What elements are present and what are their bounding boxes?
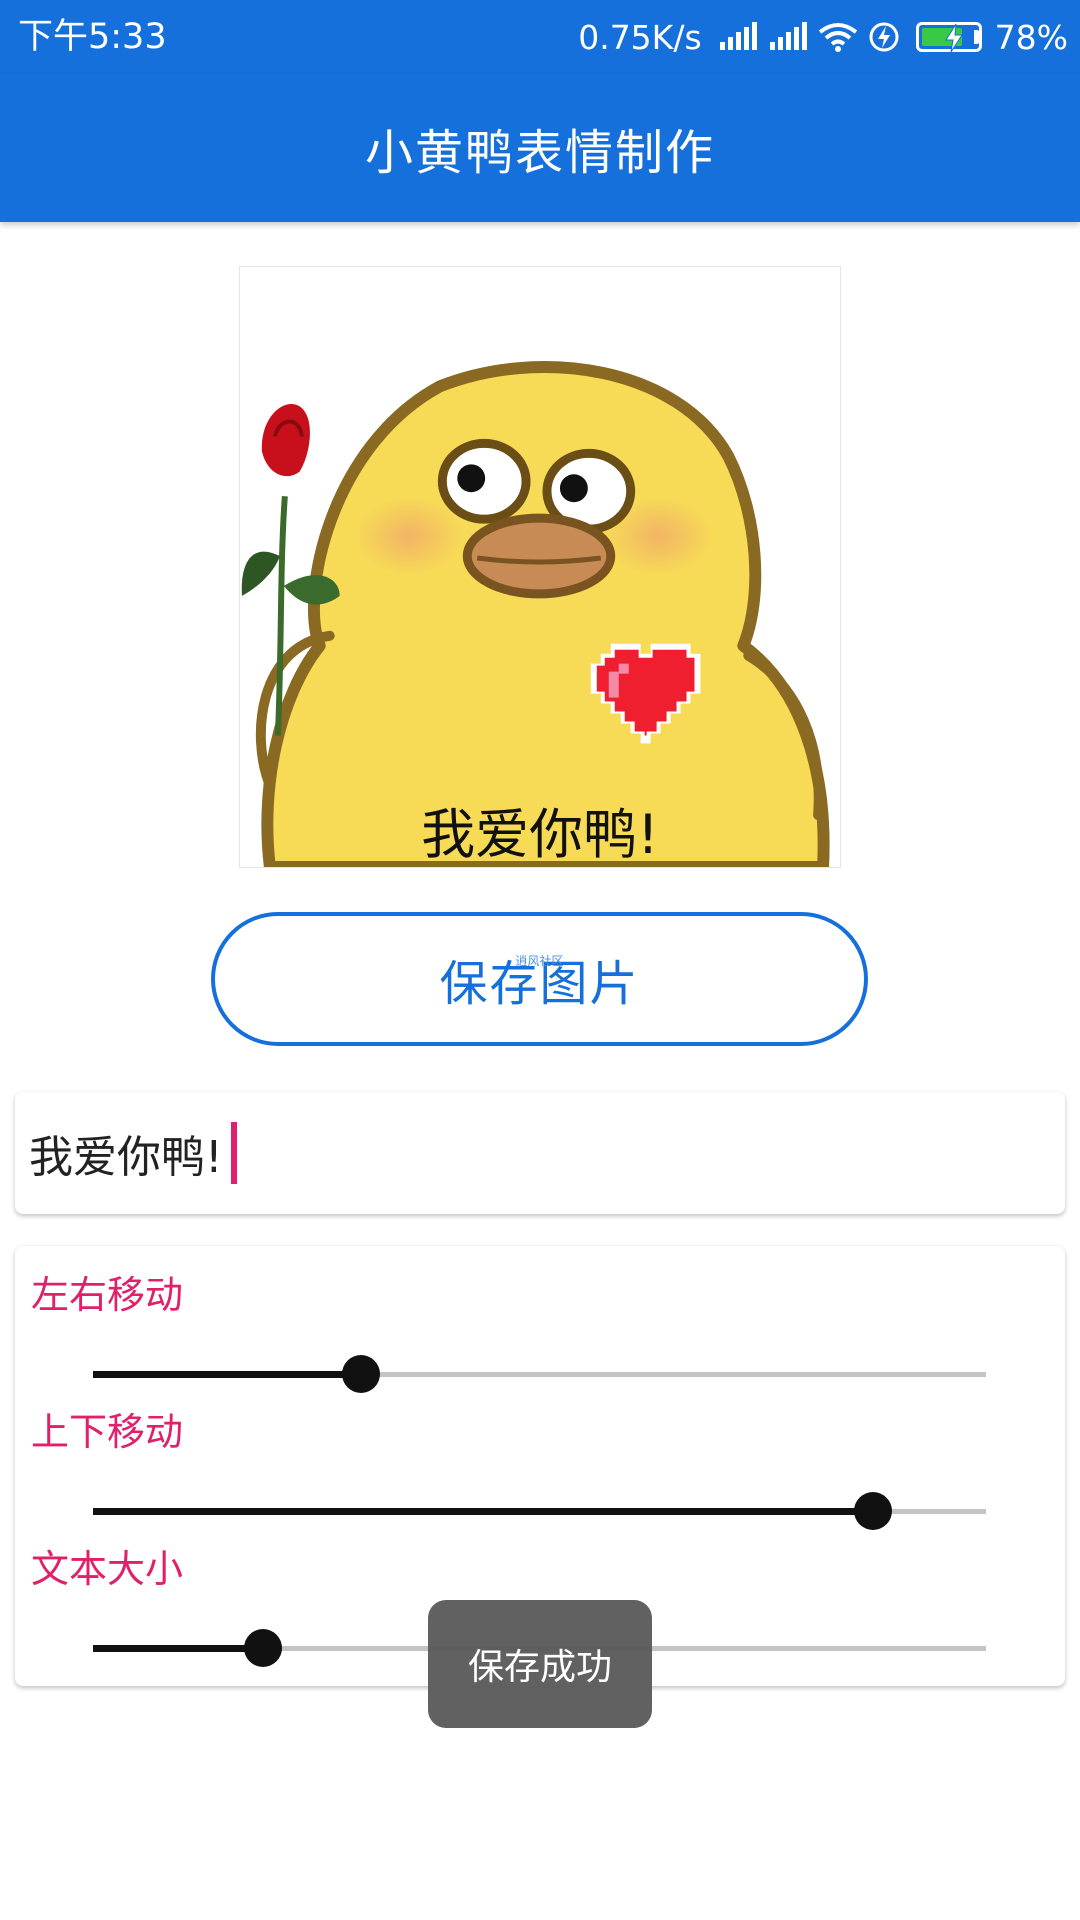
- text-size-label: 文本大小: [31, 1547, 184, 1591]
- slider-active-track: [93, 1371, 361, 1378]
- meme-caption: 我爱你鸭!: [421, 803, 659, 866]
- toast-message: 保存成功: [467, 1647, 612, 1688]
- app-bar: 小黄鸭表情制作: [0, 74, 1080, 222]
- meme-preview: [239, 266, 841, 868]
- vertical-move-slider[interactable]: [93, 1491, 986, 1531]
- charging-icon: [869, 22, 899, 52]
- battery-percent: 78%: [994, 17, 1068, 57]
- slider-thumb[interactable]: [853, 1492, 892, 1530]
- status-bar: 下午5:33 0.75K/s 78%: [0, 0, 1080, 74]
- slider-active-track: [93, 1645, 263, 1652]
- meme-text-input[interactable]: 我爱你鸭!: [29, 1121, 223, 1185]
- meme-text-field[interactable]: 我爱你鸭!: [15, 1092, 1065, 1214]
- save-image-button[interactable]: 逍风社区 保存图片: [211, 912, 868, 1046]
- watermark-text: 逍风社区: [515, 954, 564, 968]
- slider-active-track: [93, 1508, 873, 1515]
- signal-icon: [719, 22, 757, 50]
- battery-icon: [910, 22, 982, 53]
- slider-thumb[interactable]: [341, 1355, 380, 1393]
- text-cursor: [230, 1122, 237, 1184]
- status-time: 下午5:33: [18, 17, 167, 57]
- network-speed: 0.75K/s: [578, 17, 702, 57]
- horizontal-move-label: 左右移动: [31, 1273, 184, 1317]
- wifi-icon: [818, 23, 857, 52]
- app-title: 小黄鸭表情制作: [364, 125, 715, 181]
- horizontal-move-slider[interactable]: [93, 1354, 986, 1394]
- slider-thumb[interactable]: [243, 1629, 282, 1667]
- signal-icon: [769, 22, 807, 50]
- save-success-toast: 保存成功: [428, 1600, 652, 1728]
- screen: 下午5:33 0.75K/s 78% 小黄鸭表情制作 我爱你鸭! 逍风社区 保存…: [0, 0, 1080, 1920]
- duck-illustration: [241, 361, 830, 867]
- status-icons: 0.75K/s 78%: [578, 14, 1068, 60]
- vertical-move-label: 上下移动: [31, 1410, 184, 1454]
